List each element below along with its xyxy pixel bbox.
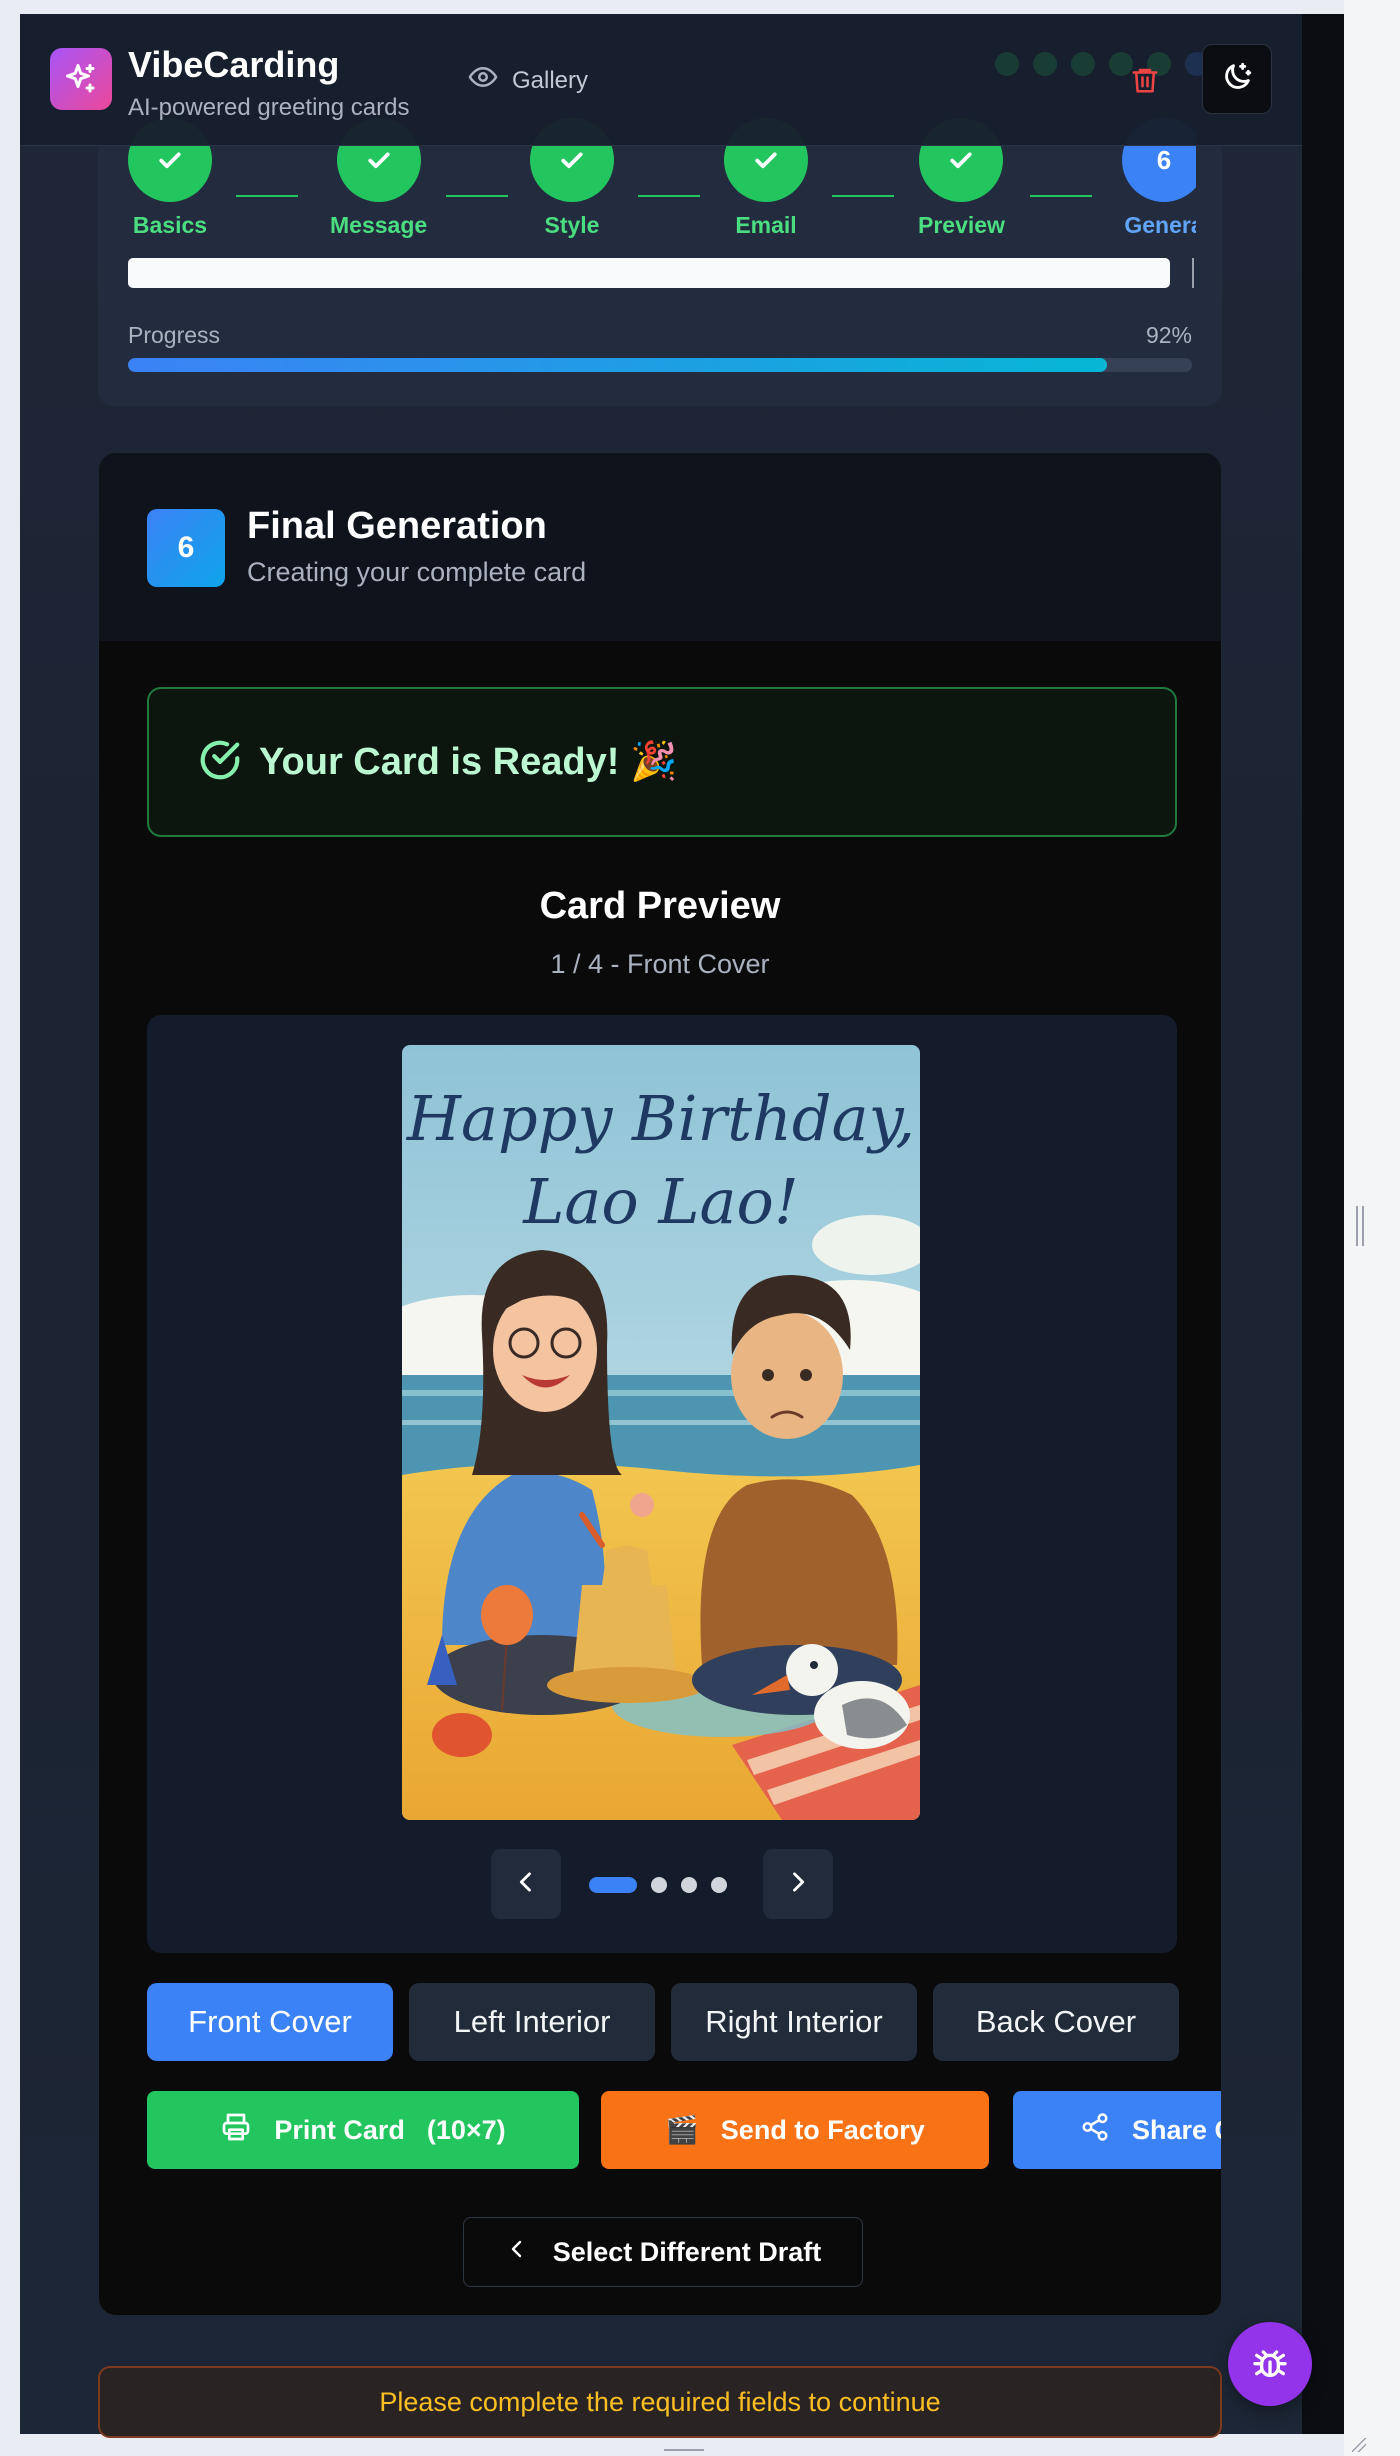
carousel-dots	[589, 1877, 727, 1893]
step-connector	[236, 195, 298, 197]
share-icon	[1080, 2112, 1110, 2149]
card-face-tabs: Front Cover Left Interior Right Interior…	[147, 1983, 1179, 2061]
preview-position: 1 / 4 - Front Cover	[550, 949, 770, 979]
bottom-resize-handle[interactable]	[664, 2449, 704, 2451]
select-draft-label: Select Different Draft	[552, 2236, 822, 2267]
tab-right-interior[interactable]: Right Interior	[671, 1983, 917, 2061]
step-connector	[638, 195, 700, 197]
clapper-icon: 🎬	[665, 2115, 699, 2145]
printer-icon	[220, 2111, 252, 2150]
card-headline-line1: Happy Birthday,	[406, 1082, 915, 1155]
app-subtitle: AI-powered greeting cards	[128, 94, 410, 121]
bug-icon	[1250, 2342, 1290, 2387]
section-title: Final Generation	[247, 505, 547, 547]
validation-warning: Please complete the required fields to c…	[98, 2366, 1222, 2438]
card-headline-line2: Lao Lao!	[522, 1165, 799, 1238]
scroll-indicator	[1192, 258, 1194, 288]
chevron-left-icon	[512, 1868, 540, 1901]
carousel-dot[interactable]	[651, 1877, 667, 1893]
progress-bar	[128, 358, 1192, 372]
progress-percent: 92%	[1145, 322, 1192, 348]
carousel-prev-button[interactable]	[491, 1849, 561, 1919]
check-circle-icon	[197, 737, 243, 788]
sparkles-icon[interactable]	[50, 48, 112, 110]
window-edge	[1344, 0, 1400, 2456]
step-connector	[446, 195, 508, 197]
step-label: Email	[735, 212, 797, 238]
tab-front-cover[interactable]: Front Cover	[147, 1983, 393, 2061]
chevron-right-icon	[784, 1868, 812, 1901]
carousel-dot[interactable]	[589, 1877, 637, 1893]
section-subtitle: Creating your complete card	[247, 557, 587, 587]
print-label: Print Card	[274, 2114, 405, 2145]
step-connector	[1030, 195, 1092, 197]
gallery-link[interactable]: Gallery	[468, 62, 588, 99]
corner-resize-grip[interactable]	[1352, 2438, 1366, 2452]
scrolled-steps-ghost	[995, 52, 1209, 76]
print-card-button[interactable]: Print Card (10×7)	[147, 2091, 579, 2169]
step-connector	[832, 195, 894, 197]
carousel-next-button[interactable]	[763, 1849, 833, 1919]
draft-name-input[interactable]	[128, 258, 1170, 288]
progress-label: Progress	[128, 322, 221, 348]
step-label: Message	[330, 212, 428, 238]
ready-banner: Your Card is Ready! 🎉	[147, 687, 1177, 837]
send-to-factory-button[interactable]: 🎬 Send to Factory	[601, 2091, 989, 2169]
card-front-image: Happy Birthday, Lao Lao!	[402, 1045, 920, 1820]
step-label: Style	[544, 212, 600, 238]
step-label: Preview	[918, 212, 1005, 238]
card-header: 6 Final Generation Creating your complet…	[99, 453, 1221, 641]
card-preview-panel: Happy Birthday, Lao Lao!	[147, 1015, 1177, 1953]
print-size: (10×7)	[426, 2114, 506, 2145]
chevron-left-icon	[505, 2237, 529, 2268]
gallery-label: Gallery	[512, 66, 589, 94]
select-different-draft-button[interactable]: Select Different Draft	[463, 2217, 863, 2287]
step-badge: 6	[147, 509, 225, 587]
tab-left-interior[interactable]: Left Interior	[409, 1983, 655, 2061]
bug-report-button[interactable]	[1228, 2322, 1312, 2406]
carousel-dot[interactable]	[681, 1877, 697, 1893]
scroll-gutter	[1302, 14, 1344, 2434]
preview-title: Card Preview	[539, 885, 781, 927]
app-title: VibeCarding	[128, 44, 340, 85]
carousel-dot[interactable]	[711, 1877, 727, 1893]
step-label: Basics	[132, 212, 208, 238]
final-generation-card: 6 Final Generation Creating your complet…	[98, 452, 1222, 2316]
app-header: VibeCarding AI-powered greeting cards Ga…	[20, 14, 1302, 146]
theme-toggle-button[interactable]	[1202, 44, 1272, 114]
tab-back-cover[interactable]: Back Cover	[933, 1983, 1179, 2061]
share-card-button[interactable]: Share Card	[1013, 2091, 1221, 2169]
eye-icon	[468, 62, 498, 99]
moon-stars-icon	[1220, 60, 1254, 99]
step-label: Genera	[1124, 212, 1196, 238]
factory-label: Send to Factory	[720, 2114, 925, 2145]
trash-icon[interactable]	[1130, 64, 1160, 101]
resize-handle[interactable]	[1356, 1206, 1364, 1246]
share-label: Share Card	[1131, 2114, 1221, 2145]
ready-message: Your Card is Ready! 🎉	[259, 741, 678, 783]
progress-fill	[128, 358, 1107, 372]
